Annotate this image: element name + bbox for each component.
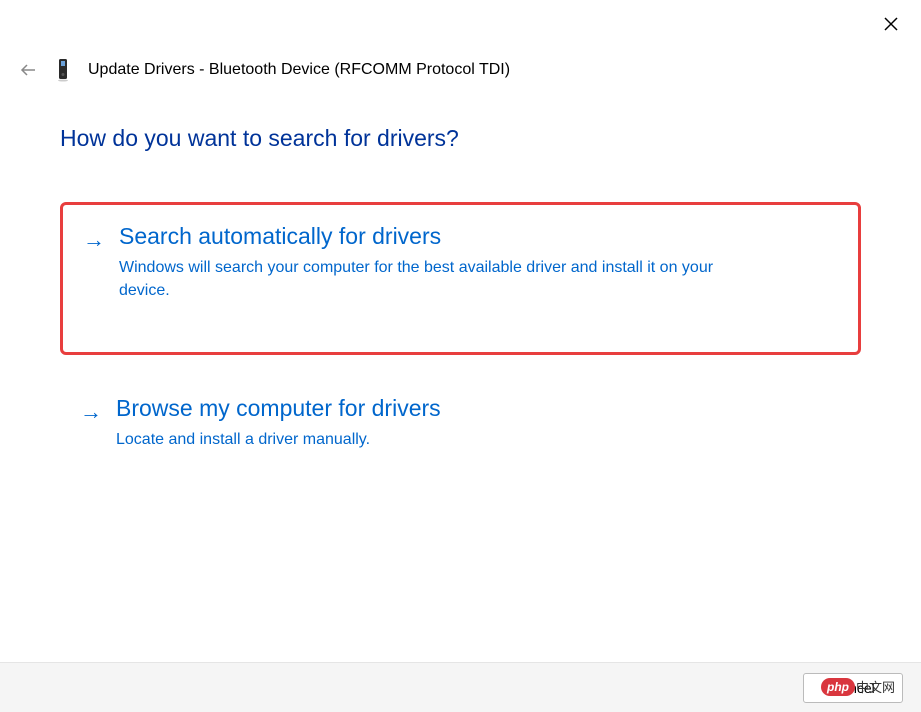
back-arrow-icon (20, 64, 36, 76)
option-description: Windows will search your computer for th… (119, 256, 739, 302)
main-heading: How do you want to search for drivers? (60, 125, 861, 152)
option-title: Browse my computer for drivers (116, 395, 841, 422)
option-title: Search automatically for drivers (119, 223, 838, 250)
cancel-button-label: Cancel (831, 680, 875, 696)
dialog-content: How do you want to search for drivers? →… (60, 125, 861, 500)
close-button[interactable] (879, 12, 903, 36)
close-icon (884, 17, 898, 31)
option-search-automatically[interactable]: → Search automatically for drivers Windo… (60, 202, 861, 355)
back-button[interactable] (18, 60, 38, 81)
dialog-footer: Cancel (0, 662, 921, 712)
arrow-right-icon: → (83, 227, 105, 253)
cancel-button[interactable]: Cancel (803, 673, 903, 703)
arrow-right-icon: → (80, 399, 102, 425)
option-browse-computer[interactable]: → Browse my computer for drivers Locate … (60, 377, 861, 477)
option-description: Locate and install a driver manually. (116, 428, 736, 451)
dialog-header: Update Drivers - Bluetooth Device (RFCOM… (18, 58, 881, 82)
dialog-title: Update Drivers - Bluetooth Device (RFCOM… (88, 61, 510, 79)
device-icon (56, 58, 70, 82)
